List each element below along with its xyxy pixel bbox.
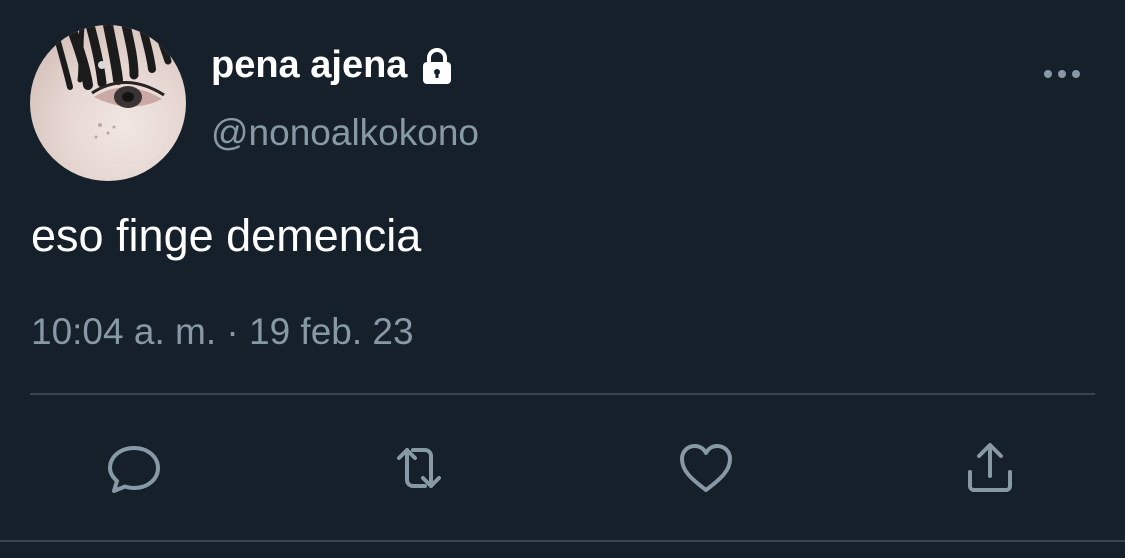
avatar[interactable] bbox=[30, 25, 186, 181]
avatar-image bbox=[52, 25, 172, 139]
retweet-icon bbox=[397, 448, 441, 488]
display-name-row[interactable]: pena ajena bbox=[211, 44, 457, 87]
divider bbox=[30, 393, 1095, 395]
handle[interactable]: @nonoalkokono bbox=[211, 112, 479, 154]
reply-icon bbox=[108, 446, 160, 493]
heart-icon bbox=[680, 444, 732, 492]
like-button[interactable] bbox=[676, 438, 736, 498]
more-dots-icon[interactable] bbox=[1040, 62, 1084, 86]
tweet-timestamp[interactable]: 10:04 a. m. · 19 feb. 23 bbox=[31, 311, 414, 353]
display-name[interactable]: pena ajena bbox=[211, 44, 407, 87]
bottom-divider bbox=[0, 540, 1125, 542]
share-icon bbox=[968, 443, 1012, 492]
retweet-button[interactable] bbox=[389, 438, 449, 498]
share-button[interactable] bbox=[960, 438, 1020, 498]
reply-button[interactable] bbox=[104, 438, 164, 498]
lock-icon bbox=[423, 47, 452, 84]
tweet-text: eso finge demencia bbox=[31, 210, 422, 261]
